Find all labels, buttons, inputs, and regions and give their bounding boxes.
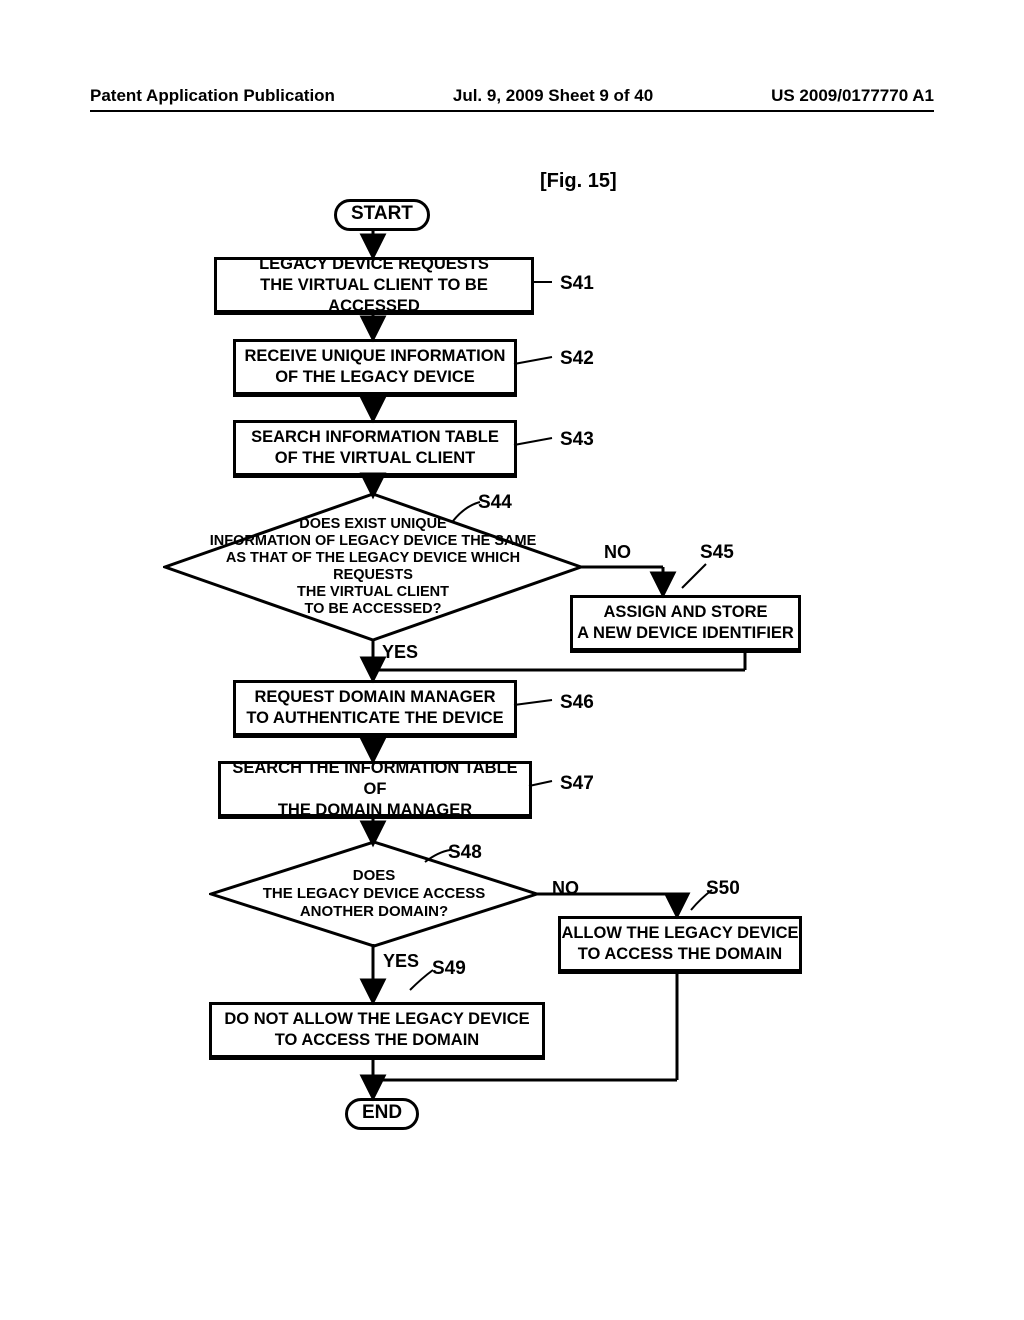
process-s41-text: LEGACY DEVICE REQUESTS THE VIRTUAL CLIEN…	[217, 254, 531, 317]
process-s43-text: SEARCH INFORMATION TABLE OF THE VIRTUAL …	[251, 427, 499, 469]
label-s42: S42	[560, 348, 594, 370]
decision-s48-text: DOES THE LEGACY DEVICE ACCESS ANOTHER DO…	[263, 867, 486, 921]
process-s50-text: ALLOW THE LEGACY DEVICE TO ACCESS THE DO…	[561, 923, 798, 965]
decision-s48: DOES THE LEGACY DEVICE ACCESS ANOTHER DO…	[209, 840, 539, 948]
label-s41: S41	[560, 273, 594, 295]
process-s49-text: DO NOT ALLOW THE LEGACY DEVICE TO ACCESS…	[224, 1009, 529, 1051]
label-s47: S47	[560, 773, 594, 795]
page-header: Patent Application Publication Jul. 9, 2…	[90, 86, 934, 112]
process-s47: SEARCH THE INFORMATION TABLE OF THE DOMA…	[218, 761, 532, 819]
header-left: Patent Application Publication	[90, 86, 335, 106]
label-s46: S46	[560, 692, 594, 714]
process-s46: REQUEST DOMAIN MANAGER TO AUTHENTICATE T…	[233, 680, 517, 738]
label-s50: S50	[706, 878, 740, 900]
terminator-end: END	[345, 1098, 419, 1130]
process-s47-text: SEARCH THE INFORMATION TABLE OF THE DOMA…	[221, 758, 529, 821]
process-s41: LEGACY DEVICE REQUESTS THE VIRTUAL CLIEN…	[214, 257, 534, 315]
process-s50: ALLOW THE LEGACY DEVICE TO ACCESS THE DO…	[558, 916, 802, 974]
flowchart-connectors	[0, 0, 1024, 1320]
decision-s44-text: DOES EXIST UNIQUE INFORMATION OF LEGACY …	[203, 516, 543, 618]
process-s42-text: RECEIVE UNIQUE INFORMATION OF THE LEGACY…	[245, 346, 506, 388]
decision-s44: DOES EXIST UNIQUE INFORMATION OF LEGACY …	[163, 492, 583, 642]
answer-s44-yes: YES	[382, 642, 418, 663]
answer-s48-yes: YES	[383, 951, 419, 972]
process-s45-text: ASSIGN AND STORE A NEW DEVICE IDENTIFIER	[577, 602, 794, 644]
answer-s44-no: NO	[604, 542, 631, 563]
process-s43: SEARCH INFORMATION TABLE OF THE VIRTUAL …	[233, 420, 517, 478]
label-s43: S43	[560, 429, 594, 451]
header-right: US 2009/0177770 A1	[771, 86, 934, 106]
label-s44: S44	[478, 492, 512, 514]
label-s49: S49	[432, 958, 466, 980]
terminator-start: START	[334, 199, 430, 231]
answer-s48-no: NO	[552, 878, 579, 899]
process-s42: RECEIVE UNIQUE INFORMATION OF THE LEGACY…	[233, 339, 517, 397]
label-s48: S48	[448, 842, 482, 864]
process-s46-text: REQUEST DOMAIN MANAGER TO AUTHENTICATE T…	[246, 687, 503, 729]
label-s45: S45	[700, 542, 734, 564]
figure-label: [Fig. 15]	[540, 170, 617, 193]
process-s49: DO NOT ALLOW THE LEGACY DEVICE TO ACCESS…	[209, 1002, 545, 1060]
process-s45: ASSIGN AND STORE A NEW DEVICE IDENTIFIER	[570, 595, 801, 653]
header-center: Jul. 9, 2009 Sheet 9 of 40	[453, 86, 653, 106]
